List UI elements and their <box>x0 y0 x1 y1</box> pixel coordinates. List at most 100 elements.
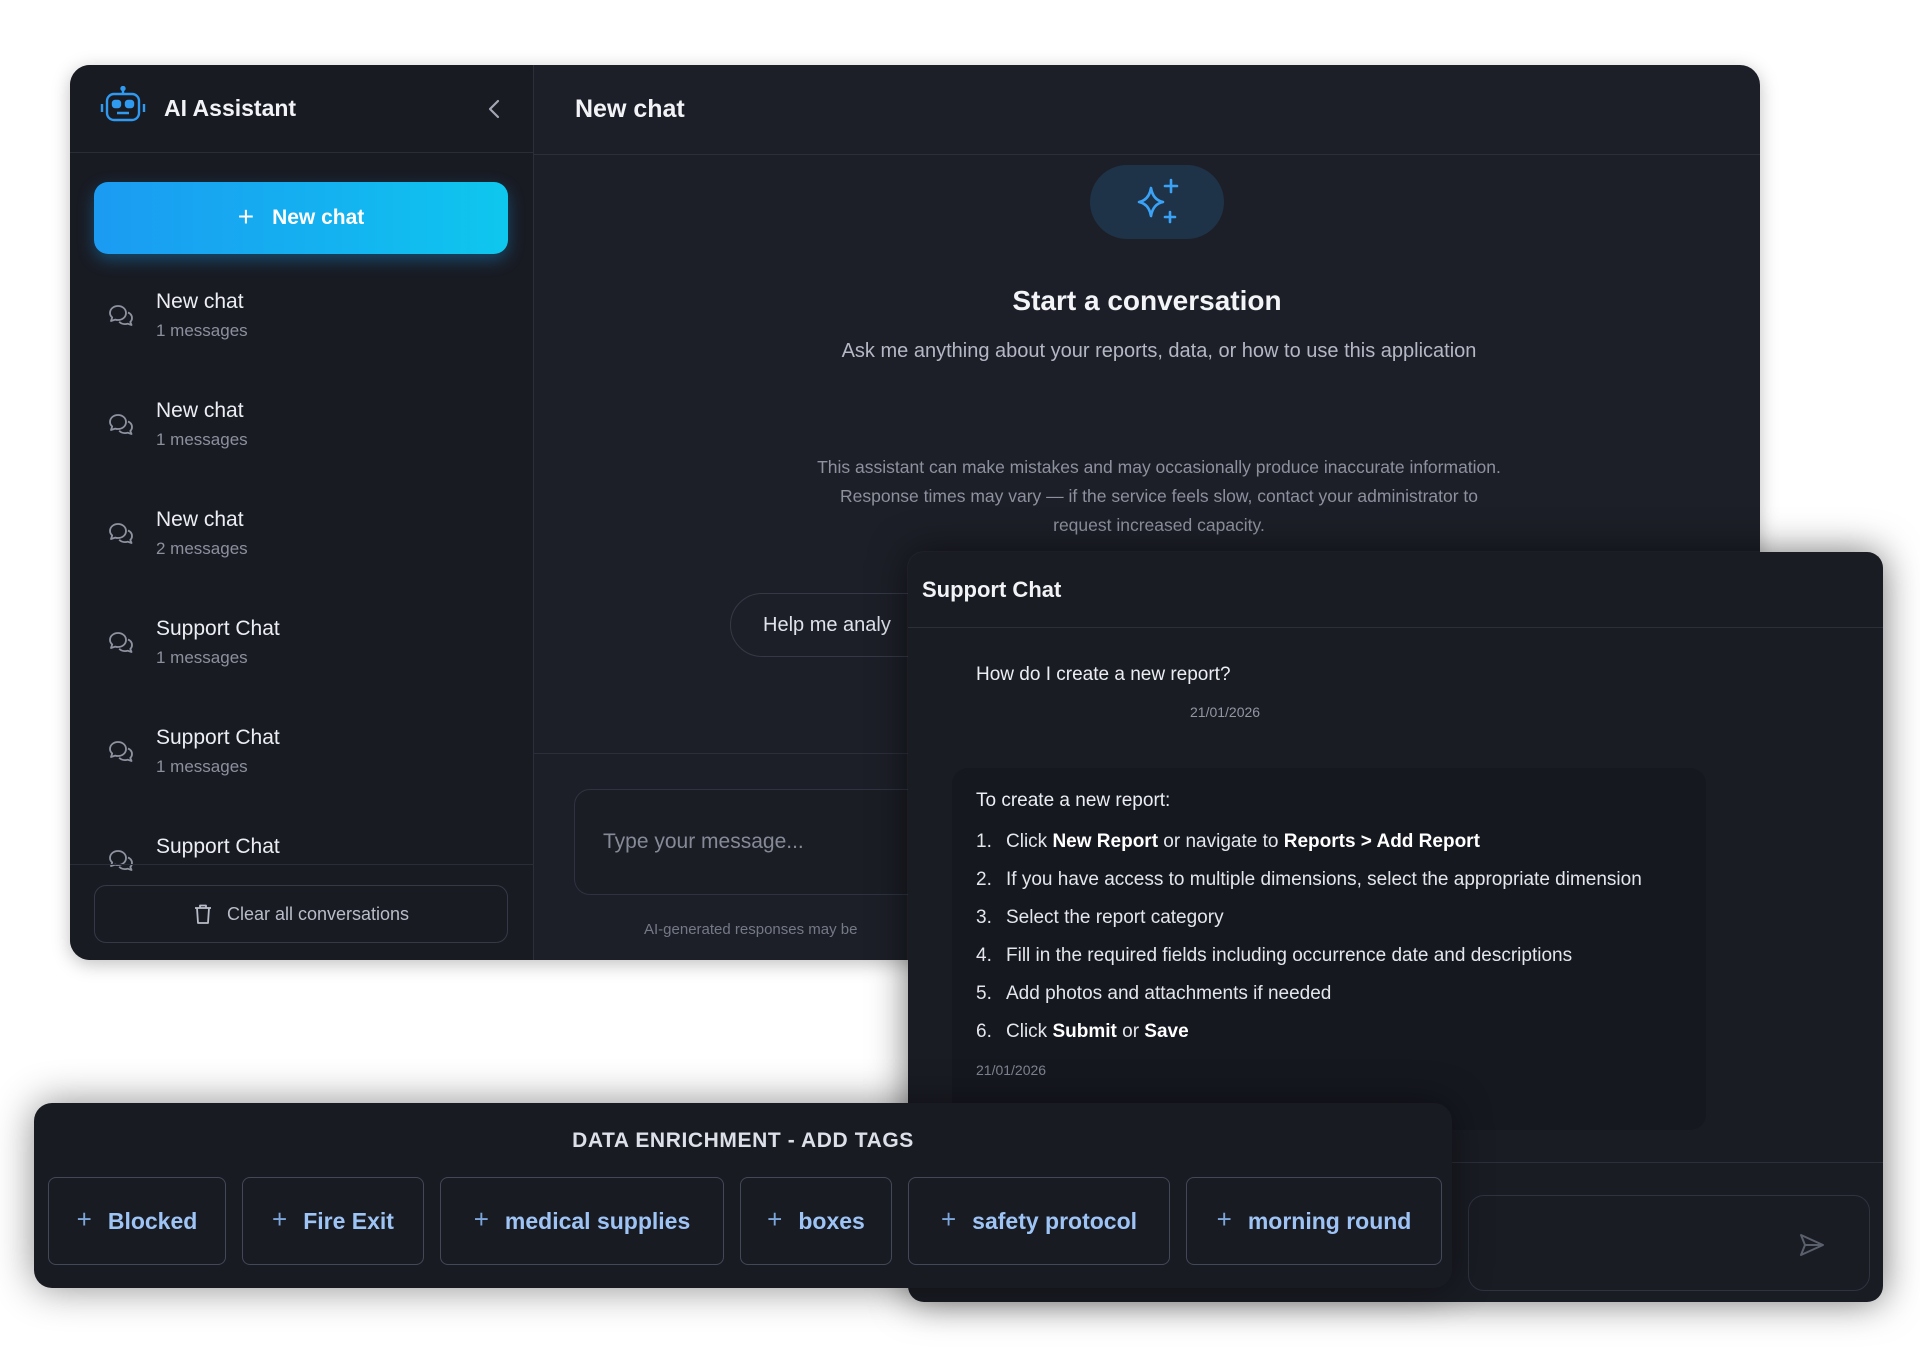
step-number: 1. <box>976 831 992 852</box>
assistant-steps-list: 1. Click New Report or navigate to Report… <box>976 826 1682 1048</box>
chat-bubbles-icon <box>109 632 133 653</box>
chat-bubbles-icon <box>109 305 133 326</box>
step-text: Click New Report or navigate to Reports … <box>1006 826 1480 858</box>
chat-bubbles-icon <box>109 414 133 435</box>
plus-icon: + <box>76 1204 92 1234</box>
tag-label: boxes <box>798 1207 865 1234</box>
conversation-name: New chat <box>156 508 244 531</box>
step-text-part: or navigate to <box>1158 831 1284 852</box>
robot-icon <box>100 85 146 131</box>
ai-disclaimer-note: AI-generated responses may be <box>644 921 858 938</box>
conversation-name: Support Chat <box>156 726 280 749</box>
step-emphasis: Save <box>1144 1021 1189 1042</box>
step-number: 2. <box>976 869 992 890</box>
step-text: If you have access to multiple dimension… <box>1006 864 1642 896</box>
tag-label: Fire Exit <box>303 1207 394 1234</box>
tag-morning-round[interactable]: + morning round <box>1186 1177 1442 1265</box>
step-text-part: Select the report category <box>1006 907 1224 928</box>
collapse-sidebar-button[interactable] <box>477 92 511 126</box>
step-emphasis: Reports > Add Report <box>1283 831 1480 852</box>
tag-blocked[interactable]: + Blocked <box>48 1177 226 1265</box>
chat-bubbles-icon <box>109 741 133 762</box>
step-text: Fill in the required fields including oc… <box>1006 940 1572 972</box>
new-chat-button[interactable]: + New chat <box>94 182 508 254</box>
support-chat-title: Support Chat <box>922 576 1062 602</box>
welcome-title: Start a conversation <box>1012 285 1282 316</box>
assistant-step: 3. Select the report category <box>976 902 1682 934</box>
sidebar-footer: Clear all conversations <box>70 864 534 960</box>
conversation-name: New chat <box>156 399 244 422</box>
chat-title: New chat <box>575 95 685 123</box>
plus-icon: + <box>473 1204 489 1234</box>
plus-icon: + <box>940 1204 957 1234</box>
app-title: AI Assistant <box>164 95 297 121</box>
step-text-part: If you have access to multiple dimension… <box>1006 869 1642 890</box>
tag-label: medical supplies <box>504 1207 691 1234</box>
step-text-part: Click <box>1006 831 1053 852</box>
step-number: 5. <box>976 983 992 1004</box>
conversation-name: New chat <box>156 290 244 313</box>
clear-conversations-button[interactable]: Clear all conversations <box>94 885 508 943</box>
conversation-list: New chat 1 messages New chat 1 messages … <box>70 273 534 873</box>
tag-medical-supplies[interactable]: + medical supplies <box>440 1177 724 1265</box>
user-message-time: 21/01/2026 <box>1190 704 1261 720</box>
plus-icon: + <box>272 1204 288 1234</box>
chat-bubbles-icon <box>109 523 133 544</box>
chat-header: New chat <box>534 65 1760 155</box>
clear-conversations-label: Clear all conversations <box>226 903 410 924</box>
tags-panel-title: DATA ENRICHMENT - ADD TAGS <box>572 1129 914 1152</box>
step-number: 4. <box>976 945 992 966</box>
hero-badge <box>1090 165 1224 239</box>
send-icon <box>1800 1234 1824 1256</box>
step-text: Add photos and attachments if needed <box>1006 978 1331 1010</box>
data-enrichment-panel: DATA ENRICHMENT - ADD TAGS + Blocked + F… <box>34 1103 1452 1288</box>
sidebar-header: AI Assistant <box>70 65 533 153</box>
conversation-count: 2 messages <box>156 539 248 558</box>
step-text-part: Add photos and attachments if needed <box>1006 983 1332 1004</box>
sidebar: AI Assistant + New chat New chat 1 messa… <box>70 65 534 960</box>
step-text-part: Click <box>1006 1021 1053 1042</box>
tag-label: safety protocol <box>972 1207 1138 1234</box>
plus-icon: + <box>767 1204 783 1234</box>
conversation-count: 1 messages <box>156 430 248 449</box>
step-emphasis: New Report <box>1052 831 1159 852</box>
step-number: 3. <box>976 907 992 928</box>
suggestion-label: Help me analy <box>763 613 891 636</box>
conversation-item[interactable]: Support Chat 1 messages <box>94 600 508 700</box>
tag-label: Blocked <box>107 1207 198 1234</box>
plus-icon: + <box>237 200 255 232</box>
trash-icon <box>194 904 211 924</box>
conversation-item[interactable]: New chat 1 messages <box>94 273 508 373</box>
assistant-step: 1. Click New Report or navigate to Report… <box>976 826 1682 858</box>
step-text: Click Submit or Save <box>1006 1016 1189 1048</box>
new-chat-label: New chat <box>272 206 365 229</box>
assistant-message-time: 21/01/2026 <box>976 1062 1047 1078</box>
tag-fire-exit[interactable]: + Fire Exit <box>242 1177 424 1265</box>
conversation-item[interactable]: New chat 2 messages <box>94 491 508 591</box>
conversation-name: Support Chat <box>156 835 280 858</box>
assistant-message: To create a new report: 1. Click New Repo… <box>952 768 1706 1130</box>
assistant-disclaimer: This assistant can make mistakes and may… <box>817 457 1501 535</box>
tag-safety-protocol[interactable]: + safety protocol <box>908 1177 1170 1265</box>
assistant-intro: To create a new report: <box>976 790 1171 811</box>
step-text-part: Fill in the required fields including oc… <box>1006 945 1573 966</box>
conversation-count: 1 messages <box>156 321 248 340</box>
send-button[interactable] <box>1788 1221 1836 1269</box>
assistant-step: 6. Click Submit or Save <box>976 1016 1682 1048</box>
conversation-item[interactable]: Support Chat 1 messages <box>94 709 508 809</box>
conversation-name: Support Chat <box>156 617 280 640</box>
welcome-subtitle: Ask me anything about your reports, data… <box>841 340 1477 362</box>
assistant-step: 2. If you have access to multiple dimensi… <box>976 864 1682 896</box>
step-emphasis: Submit <box>1052 1021 1117 1042</box>
step-text-part: or <box>1116 1021 1145 1042</box>
conversation-item[interactable]: New chat 1 messages <box>94 382 508 482</box>
step-text: Select the report category <box>1006 902 1224 934</box>
assistant-step: 5. Add photos and attachments if needed <box>976 978 1682 1010</box>
chevron-left-icon <box>488 99 500 118</box>
step-number: 6. <box>976 1021 992 1042</box>
plus-icon: + <box>1216 1204 1232 1234</box>
tag-boxes[interactable]: + boxes <box>740 1177 892 1265</box>
support-chat-header: Support Chat <box>908 552 1883 628</box>
conversation-count: 1 messages <box>156 757 248 776</box>
assistant-step: 4. Fill in the required fields including … <box>976 940 1682 972</box>
